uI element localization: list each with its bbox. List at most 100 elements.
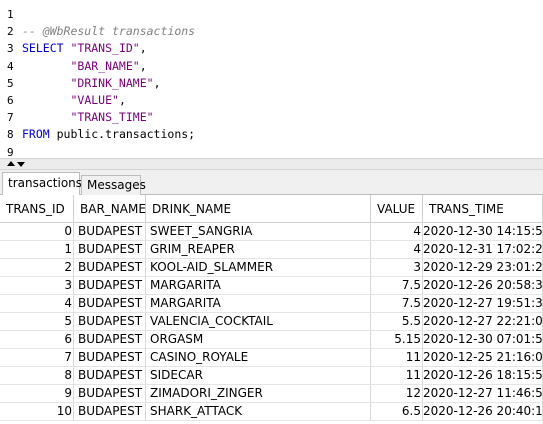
cell-drink-name[interactable]: MARGARITA [146, 277, 371, 295]
code-token: -- @WbResult transactions [22, 24, 196, 39]
cell-drink-name[interactable]: KOOL-AID_SLAMMER [146, 259, 371, 277]
cell-trans-time[interactable]: 2020-12-26 18:15:52 [423, 367, 543, 385]
column-header-bar-name[interactable]: BAR_NAME [74, 195, 146, 223]
table-row[interactable]: 4 BUDAPEST MARGARITA 7.5 2020-12-27 19:51:36 [0, 295, 543, 313]
code-token: "DRINK_NAME" [70, 75, 154, 90]
line-number: 6 [7, 94, 14, 107]
cell-trans-id[interactable]: 1 [0, 241, 74, 259]
cell-trans-time[interactable]: 2020-12-26 20:58:30 [423, 277, 543, 295]
cell-bar-name[interactable]: BUDAPEST [74, 385, 146, 403]
cell-bar-name[interactable]: BUDAPEST [74, 349, 146, 367]
cell-bar-name[interactable]: BUDAPEST [74, 403, 146, 421]
table-row[interactable]: 10 BUDAPEST SHARK_ATTACK 6.5 2020-12-26 20:4… [0, 403, 543, 421]
cell-bar-name[interactable]: BUDAPEST [74, 331, 146, 349]
table-row[interactable]: 6 BUDAPEST ORGASM 5.15 2020-12-30 07:01:53 [0, 331, 543, 349]
code-line[interactable]: 7 "TRANS_TIME" [0, 109, 154, 126]
column-header-trans-id[interactable]: TRANS_ID [0, 195, 74, 223]
cell-trans-id[interactable]: 2 [0, 259, 74, 277]
table-row[interactable]: 0 BUDAPEST SWEET_SANGRIA 4 2020-12-30 14:15:… [0, 223, 543, 241]
code-line[interactable]: 5 "DRINK_NAME", [0, 75, 161, 92]
cell-trans-id[interactable]: 10 [0, 403, 74, 421]
cell-drink-name[interactable]: VALENCIA_COCKTAIL [146, 313, 371, 331]
code-line[interactable]: 3 SELECT "TRANS_ID", [0, 40, 147, 57]
cell-trans-time[interactable]: 2020-12-29 23:01:27 [423, 259, 543, 277]
line-number: 4 [7, 59, 14, 73]
cell-drink-name[interactable]: ZIMADORI_ZINGER [146, 385, 371, 403]
cell-value[interactable]: 11 [371, 349, 423, 367]
cell-bar-name[interactable]: BUDAPEST [74, 241, 146, 259]
result-tabbar: transactions Messages [0, 170, 543, 195]
cell-trans-id[interactable]: 6 [0, 331, 74, 349]
cell-value[interactable]: 12 [371, 385, 423, 403]
cell-value[interactable]: 4 [371, 241, 423, 259]
cell-trans-id[interactable]: 5 [0, 313, 74, 331]
code-line[interactable]: 1 [0, 6, 16, 23]
cell-bar-name[interactable]: BUDAPEST [74, 223, 146, 241]
code-line[interactable]: 8 FROM public.transactions; [0, 126, 195, 143]
table-row[interactable]: 3 BUDAPEST MARGARITA 7.5 2020-12-26 20:58:30 [0, 277, 543, 295]
table-row[interactable]: 5 BUDAPEST VALENCIA_COCKTAIL 5.5 2020-12-27 … [0, 313, 543, 331]
column-header-drink-name[interactable]: DRINK_NAME [146, 195, 371, 223]
column-header-value[interactable]: VALUE [371, 195, 423, 223]
cell-trans-time[interactable]: 2020-12-25 21:16:01 [423, 349, 543, 367]
cell-bar-name[interactable]: BUDAPEST [74, 295, 146, 313]
cell-value[interactable]: 5.5 [371, 313, 423, 331]
table-row[interactable]: 1 BUDAPEST GRIM_REAPER 4 2020-12-31 17:02:26 [0, 241, 543, 259]
cell-value[interactable]: 3 [371, 259, 423, 277]
cell-value[interactable]: 6.5 [371, 403, 423, 421]
cell-trans-time[interactable]: 2020-12-26 20:40:16 [423, 403, 543, 421]
cell-trans-id[interactable]: 3 [0, 277, 74, 295]
cell-drink-name[interactable]: MARGARITA [146, 295, 371, 313]
code-token: public.transactions; [49, 127, 196, 142]
cell-bar-name[interactable]: BUDAPEST [74, 277, 146, 295]
cell-value[interactable]: 4 [371, 223, 423, 241]
result-grid[interactable]: TRANS_ID BAR_NAME DRINK_NAME VALUE TRANS… [0, 195, 543, 424]
cell-value[interactable]: 11 [371, 367, 423, 385]
sql-editor[interactable]: 1 2 -- @WbResult transactions 3 SELECT "TRAN… [0, 0, 543, 159]
cell-trans-id[interactable]: 7 [0, 349, 74, 367]
line-number: 3 [7, 42, 14, 56]
cell-drink-name[interactable]: SIDECAR [146, 367, 371, 385]
code-line[interactable]: 4 "BAR_NAME", [0, 58, 147, 75]
cell-trans-time[interactable]: 2020-12-27 22:21:08 [423, 313, 543, 331]
code-token: FROM [22, 127, 50, 142]
table-row[interactable]: 9 BUDAPEST ZIMADORI_ZINGER 12 2020-12-27 11:… [0, 385, 543, 403]
table-row[interactable]: 7 BUDAPEST CASINO_ROYALE 11 2020-12-25 21:16… [0, 349, 543, 367]
cell-drink-name[interactable]: ORGASM [146, 331, 371, 349]
cell-trans-id[interactable]: 0 [0, 223, 74, 241]
cell-bar-name[interactable]: BUDAPEST [74, 313, 146, 331]
cell-trans-time[interactable]: 2020-12-30 07:01:53 [423, 331, 543, 349]
cell-drink-name[interactable]: SHARK_ATTACK [146, 403, 371, 421]
expand-down-icon[interactable] [17, 162, 25, 167]
code-line[interactable]: 6 "VALUE", [0, 92, 126, 109]
cell-drink-name[interactable]: GRIM_REAPER [146, 241, 371, 259]
cell-drink-name[interactable]: SWEET_SANGRIA [146, 223, 371, 241]
cell-trans-time[interactable]: 2020-12-30 14:15:53 [423, 223, 543, 241]
cell-bar-name[interactable]: BUDAPEST [74, 259, 146, 277]
cell-drink-name[interactable]: CASINO_ROYALE [146, 349, 371, 367]
cell-trans-id[interactable]: 8 [0, 367, 74, 385]
cell-value[interactable]: 7.5 [371, 277, 423, 295]
cell-value[interactable]: 7.5 [371, 295, 423, 313]
cell-bar-name[interactable]: BUDAPEST [74, 367, 146, 385]
expand-up-icon[interactable] [7, 161, 15, 166]
cell-trans-time[interactable]: 2020-12-31 17:02:26 [423, 241, 543, 259]
code-token: "BAR_NAME" [70, 58, 140, 73]
table-row[interactable]: 2 BUDAPEST KOOL-AID_SLAMMER 3 2020-12-29 23:… [0, 259, 543, 277]
tab-transactions[interactable]: transactions [2, 172, 82, 195]
code-text: "DRINK_NAME", [22, 75, 160, 92]
code-token: SELECT [22, 41, 64, 56]
cell-trans-time[interactable]: 2020-12-27 11:46:56 [423, 385, 543, 403]
panel-splitter[interactable] [0, 158, 543, 170]
cell-value[interactable]: 5.15 [371, 331, 423, 349]
table-row[interactable]: 8 BUDAPEST SIDECAR 11 2020-12-26 18:15:52 [0, 367, 543, 385]
line-number: 1 [7, 8, 14, 21]
cell-trans-time[interactable]: 2020-12-27 19:51:36 [423, 295, 543, 313]
code-line[interactable]: 2 -- @WbResult transactions [0, 23, 195, 40]
code-token: , [139, 58, 147, 73]
cell-trans-id[interactable]: 9 [0, 385, 74, 403]
cell-trans-id[interactable]: 4 [0, 295, 74, 313]
tab-messages[interactable]: Messages [81, 175, 146, 195]
code-text: FROM public.transactions; [22, 126, 195, 143]
column-header-trans-time[interactable]: TRANS_TIME [423, 195, 543, 223]
